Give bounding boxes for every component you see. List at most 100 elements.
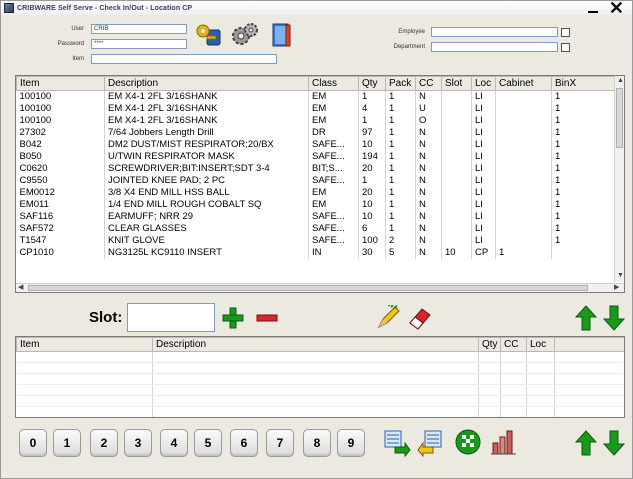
table-row[interactable]: CP1010 NG3125L KC9110 INSERT IN 30 5 N 10 CP 1 [16, 246, 617, 259]
items-vscroll-thumb[interactable] [616, 88, 623, 148]
scroll-up-arrow-icon[interactable]: ▲ [617, 77, 624, 85]
empty-row [16, 406, 624, 417]
department-checkbox[interactable] [561, 43, 570, 52]
employee-field[interactable] [431, 27, 558, 37]
item-field[interactable] [91, 54, 277, 64]
table-row[interactable]: B050 U/TWIN RESPIRATOR MASK SAFE... 194 1 N LI… [16, 150, 617, 163]
key-1[interactable]: 1 [53, 429, 81, 457]
key-5[interactable]: 5 [194, 429, 222, 457]
col-binx-header[interactable]: BinX [551, 76, 617, 91]
user-field[interactable]: CRIB [91, 24, 187, 34]
cell-pack: 1 [385, 198, 416, 211]
cell-pack: 1 [385, 186, 416, 199]
bottom-arrow-up-icon[interactable] [573, 430, 599, 456]
items-hscrollbar[interactable]: ◀ ▶ [16, 283, 624, 292]
minimize-button[interactable] [588, 11, 598, 13]
remove-icon[interactable] [254, 305, 280, 331]
key-7[interactable]: 7 [266, 429, 294, 457]
table-row[interactable]: 100100 EM X4-1 2FL 3/16SHANK EM 1 1 N LI 1 [16, 90, 617, 103]
arrow-up-icon[interactable] [573, 305, 599, 331]
department-field[interactable] [431, 42, 558, 52]
col-pack-header[interactable]: Pack [385, 76, 416, 91]
book-icon[interactable] [265, 21, 297, 49]
title-bar: CRIBWARE Self Serve - Check In/Out - Loc… [1, 0, 632, 18]
window-title: CRIBWARE Self Serve - Check In/Out - Loc… [17, 4, 193, 12]
table-row[interactable]: B042 DM2 DUST/MIST RESPIRATOR;20/BX SAFE..… [16, 138, 617, 151]
checkin-icon[interactable] [417, 427, 447, 457]
checkout-icon[interactable] [381, 427, 411, 457]
cell-loc: LI [471, 174, 496, 187]
col-cabinet-header[interactable]: Cabinet [495, 76, 552, 91]
table-row[interactable]: SAF116 EARMUFF; NRR 29 SAFE... 10 1 N LI 1 [16, 210, 617, 223]
password-label: Password [57, 41, 84, 47]
cell-cabinet [495, 138, 552, 151]
finish-flag-icon[interactable] [453, 427, 483, 457]
lower-col-qty-header[interactable]: Qty [478, 337, 501, 352]
cell-description: CLEAR GLASSES [104, 222, 309, 235]
arrow-down-icon[interactable] [601, 305, 627, 331]
cell-pack: 1 [385, 138, 416, 151]
col-item-header[interactable]: Item [16, 76, 105, 91]
col-description-header[interactable]: Description [104, 76, 309, 91]
col-qty-header[interactable]: Qty [358, 76, 386, 91]
table-row[interactable]: SAF572 CLEAR GLASSES SAFE... 6 1 N LI 1 [16, 222, 617, 235]
cell-item: 100100 [16, 90, 105, 103]
cell-slot [441, 138, 472, 151]
key-0[interactable]: 0 [19, 429, 47, 457]
scroll-left-arrow-icon[interactable]: ◀ [18, 284, 23, 292]
cell-cc: N [415, 234, 442, 247]
cell-slot [441, 102, 472, 115]
col-slot-header[interactable]: Slot [441, 76, 472, 91]
table-row[interactable]: C9550 JOINTED KNEE PAD; 2 PC SAFE... 1 1 N LI 1 [16, 174, 617, 187]
cell-loc: LI [471, 102, 496, 115]
col-class-header[interactable]: Class [308, 76, 359, 91]
main-window: CRIBWARE Self Serve - Check In/Out - Loc… [0, 0, 633, 479]
col-cc-header[interactable]: CC [415, 76, 442, 91]
cell-description: JOINTED KNEE PAD; 2 PC [104, 174, 309, 187]
key-8[interactable]: 8 [303, 429, 331, 457]
lower-col-description-header[interactable]: Description [152, 337, 479, 352]
eraser-icon[interactable] [407, 305, 433, 331]
cell-cabinet [495, 198, 552, 211]
key-6[interactable]: 6 [230, 429, 258, 457]
close-button[interactable]: ✕ [609, 0, 624, 19]
key-lock-icon[interactable] [193, 21, 225, 49]
table-row[interactable]: 100100 EM X4-1 2FL 3/16SHANK EM 4 1 U LI 1 [16, 102, 617, 115]
add-icon[interactable] [220, 305, 246, 331]
cell-description: DM2 DUST/MIST RESPIRATOR;20/BX [104, 138, 309, 151]
scroll-down-arrow-icon[interactable]: ▼ [617, 272, 624, 280]
grid-header-row: Item Description Class Qty Pack CC Slot … [16, 76, 617, 91]
lower-col-loc-header[interactable]: Loc [526, 337, 555, 352]
key-2[interactable]: 2 [90, 429, 118, 457]
key-4[interactable]: 4 [160, 429, 188, 457]
items-vscrollbar[interactable]: ▲ ▼ [614, 76, 624, 282]
items-hscroll-thumb[interactable] [28, 285, 588, 291]
gears-icon[interactable] [229, 21, 261, 49]
lower-col-cc-header[interactable]: CC [500, 337, 527, 352]
reports-icon[interactable] [489, 427, 519, 457]
slot-input[interactable] [127, 303, 215, 332]
scroll-right-arrow-icon[interactable]: ▶ [614, 284, 619, 292]
bottom-arrow-down-icon[interactable] [601, 430, 627, 456]
table-row[interactable]: 100100 EM X4-1 2FL 3/16SHANK EM 1 1 O LI 1 [16, 114, 617, 127]
password-field[interactable]: **** [91, 39, 187, 49]
pencil-icon[interactable] [375, 305, 401, 331]
key-3[interactable]: 3 [124, 429, 152, 457]
cell-description: NG3125L KC9110 INSERT [104, 246, 309, 259]
table-row[interactable]: EM011 1/4 END MILL ROUGH COBALT SQ EM 10 1 N L… [16, 198, 617, 211]
key-9[interactable]: 9 [337, 429, 365, 457]
table-row[interactable]: C0620 SCREWDRIVER;BIT:INSERT;SDT 3-4 BIT;S… [16, 162, 617, 175]
employee-checkbox[interactable] [561, 28, 570, 37]
cell-slot [441, 186, 472, 199]
cell-loc: LI [471, 150, 496, 163]
cell-cc: U [415, 102, 442, 115]
table-row[interactable]: 27302 7/64 Jobbers Length Drill DR 97 1 N LI 1 [16, 126, 617, 139]
cell-class: SAFE... [308, 138, 359, 151]
cell-cc: N [415, 90, 442, 103]
table-row[interactable]: EM0012 3/8 X4 END MILL HSS BALL EM 20 1 N LI 1 [16, 186, 617, 199]
lower-col-item-header[interactable]: Item [16, 337, 153, 352]
col-loc-header[interactable]: Loc [471, 76, 496, 91]
table-row[interactable]: T1547 KNIT GLOVE SAFE... 100 2 N LI 1 [16, 234, 617, 247]
empty-row [16, 384, 624, 396]
cell-loc: LI [471, 222, 496, 235]
